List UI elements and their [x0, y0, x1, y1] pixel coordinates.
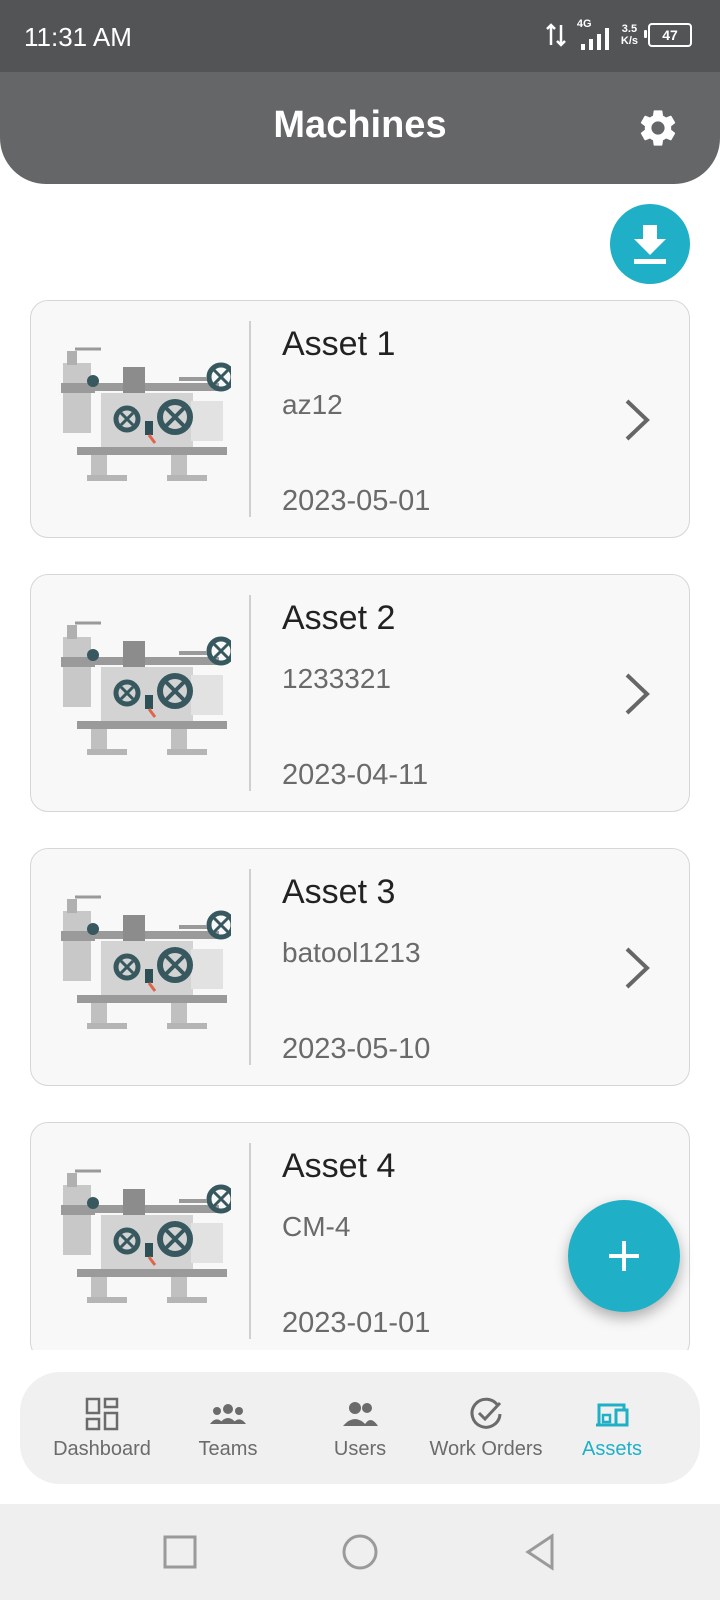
- nav-label: Teams: [198, 1438, 258, 1460]
- machine-image: [61, 617, 261, 767]
- asset-name: Asset 2: [282, 599, 396, 637]
- asset-code: az12: [282, 389, 343, 420]
- asset-code: CM-4: [282, 1211, 351, 1242]
- app-header: Machines: [0, 72, 720, 184]
- check-circle-icon: [470, 1397, 502, 1429]
- asset-name: Asset 3: [282, 873, 396, 911]
- asset-card[interactable]: Asset 1 az12 2023-05-01: [30, 300, 690, 538]
- chevron-right-icon: [625, 673, 650, 715]
- battery-icon: 47: [644, 23, 692, 47]
- status-bar: 11:31 AM 4G 3.5 K/s 47: [0, 0, 720, 72]
- chevron-right-icon: [625, 399, 650, 441]
- asset-code: 1233321: [282, 663, 392, 694]
- settings-button[interactable]: [636, 106, 680, 150]
- chevron-right-icon: [625, 947, 650, 989]
- nav-label: Users: [333, 1438, 387, 1460]
- nav-users[interactable]: Users: [292, 1372, 428, 1484]
- asset-date: 2023-05-10: [282, 1033, 431, 1065]
- back-icon[interactable]: [520, 1532, 560, 1572]
- nav-assets[interactable]: Assets: [544, 1372, 680, 1484]
- users-icon: [343, 1402, 378, 1426]
- page-title: Machines: [273, 104, 447, 146]
- speed-unit: K/s: [620, 35, 638, 47]
- plus-icon: [609, 1241, 639, 1271]
- system-nav-bar: [0, 1504, 720, 1600]
- download-button[interactable]: [610, 204, 690, 284]
- download-icon: [634, 225, 666, 264]
- card-divider: [249, 869, 251, 1065]
- asset-date: 2023-05-01: [282, 485, 431, 517]
- machine-image: [61, 891, 261, 1041]
- speed-value: 3.5: [621, 23, 638, 35]
- nav-dashboard[interactable]: Dashboard: [34, 1372, 170, 1484]
- card-divider: [249, 1143, 251, 1339]
- recent-apps-icon[interactable]: [160, 1532, 200, 1572]
- asset-code: batool1213: [282, 937, 421, 968]
- nav-label: Dashboard: [53, 1438, 151, 1460]
- machine-image: [61, 343, 261, 493]
- asset-name: Asset 1: [282, 325, 396, 363]
- teams-icon: [210, 1404, 246, 1424]
- asset-date: 2023-01-01: [282, 1307, 431, 1339]
- asset-card[interactable]: Asset 3 batool1213 2023-05-10: [30, 848, 690, 1086]
- nav-teams[interactable]: Teams: [160, 1372, 296, 1484]
- card-divider: [249, 595, 251, 791]
- asset-date: 2023-04-11: [282, 759, 429, 791]
- nav-work-orders[interactable]: Work Orders: [418, 1372, 554, 1484]
- card-divider: [249, 321, 251, 517]
- dashboard-icon: [85, 1397, 119, 1431]
- battery-level: 47: [662, 27, 678, 43]
- status-time: 11:31 AM: [24, 22, 132, 52]
- nav-label: Assets: [581, 1438, 643, 1460]
- asset-card[interactable]: Asset 2 1233321 2023-04-11: [30, 574, 690, 812]
- bottom-nav: Dashboard Teams Users Work Orders Assets: [20, 1372, 700, 1484]
- signal-icon: 4G: [577, 18, 611, 50]
- assets-icon: [596, 1403, 629, 1427]
- nav-label: Work Orders: [429, 1438, 543, 1460]
- asset-list: Asset 1 az12 2023-05-01 Asset 2 1233321 …: [0, 300, 720, 1350]
- data-transfer-icon: [545, 23, 566, 47]
- machine-image: [61, 1165, 261, 1315]
- add-asset-button[interactable]: [568, 1200, 680, 1312]
- status-icons: 4G 3.5 K/s 47: [545, 18, 692, 50]
- asset-name: Asset 4: [282, 1147, 396, 1185]
- home-icon[interactable]: [340, 1532, 380, 1572]
- gear-icon: [640, 110, 676, 146]
- speed-indicator: 3.5 K/s: [621, 23, 638, 47]
